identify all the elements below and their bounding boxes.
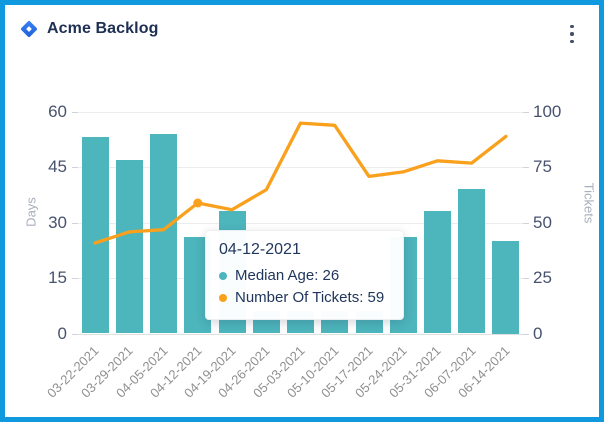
right-axis-tick — [523, 167, 529, 168]
kebab-menu-icon[interactable] — [562, 20, 582, 48]
tickets-line[interactable] — [95, 123, 506, 243]
tooltip-row: Number Of Tickets: 59 — [219, 287, 389, 309]
right-axis-tick-label: 0 — [533, 324, 579, 344]
right-axis-tick — [523, 223, 529, 224]
right-axis-tick — [523, 334, 529, 335]
left-axis-tick-label: 30 — [21, 213, 67, 233]
tooltip-date: 04-12-2021 — [219, 239, 389, 261]
hover-point-marker[interactable] — [193, 198, 202, 207]
left-axis-tick-label: 0 — [21, 324, 67, 344]
right-axis-tick — [523, 278, 529, 279]
right-axis-title: Tickets — [582, 183, 597, 224]
tooltip-series-dot — [219, 294, 227, 302]
tooltip-series-value: Median Age: 26 — [235, 265, 339, 287]
right-axis-tick-label: 50 — [533, 213, 579, 233]
app-logo-icon — [19, 19, 39, 39]
left-axis-tick-label: 15 — [21, 268, 67, 288]
page-title: Acme Backlog — [47, 19, 158, 39]
backlog-widget: Acme Backlog Days Tickets 01530456002550… — [0, 0, 604, 422]
left-axis-tick-label: 60 — [21, 102, 67, 122]
tooltip-row: Median Age: 26 — [219, 265, 389, 287]
tooltip-series-value: Number Of Tickets: 59 — [235, 287, 384, 309]
left-axis-tick — [72, 334, 78, 335]
right-axis-tick-label: 75 — [533, 157, 579, 177]
right-axis-tick-label: 100 — [533, 102, 579, 122]
right-axis-tick-label: 25 — [533, 268, 579, 288]
left-axis-tick-label: 45 — [21, 157, 67, 177]
gridline — [78, 334, 523, 335]
chart-tooltip: 04-12-2021 Median Age: 26Number Of Ticke… — [205, 230, 404, 320]
right-axis-tick — [523, 112, 529, 113]
tooltip-series-dot — [219, 272, 227, 280]
